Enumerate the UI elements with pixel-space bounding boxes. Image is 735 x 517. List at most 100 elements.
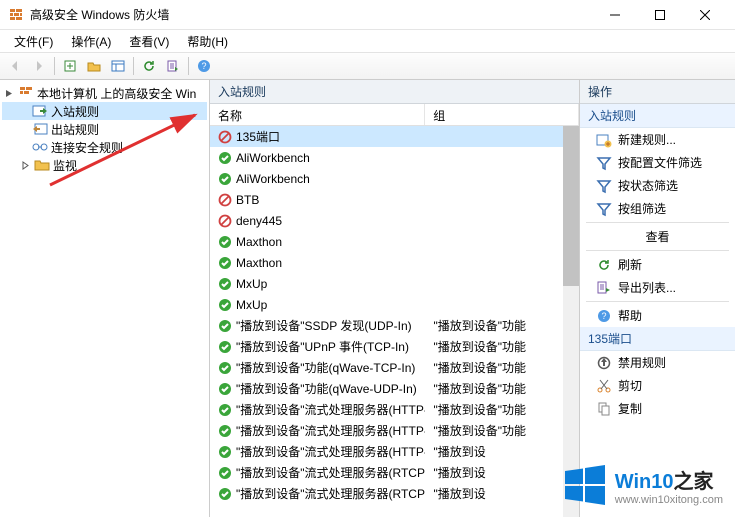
rule-name: "播放到设备"流式处理服务器(HTTP-Stre...: [236, 443, 425, 460]
rule-row[interactable]: "播放到设备"UPnP 事件(TCP-In)"播放到设备"功能: [210, 336, 579, 357]
actions-section-selected: 135端口: [580, 327, 735, 351]
menubar: 文件(F) 操作(A) 查看(V) 帮助(H): [0, 30, 735, 52]
rule-group: "播放到设: [425, 443, 579, 460]
menu-view[interactable]: 查看(V): [121, 31, 177, 52]
scrollbar-track[interactable]: [563, 126, 579, 517]
rule-row[interactable]: "播放到设备"流式处理服务器(RTCP-Stre..."播放到设: [210, 462, 579, 483]
menu-file[interactable]: 文件(F): [6, 31, 61, 52]
rule-row[interactable]: AliWorkbench: [210, 147, 579, 168]
refresh-button[interactable]: [138, 55, 160, 77]
export-button[interactable]: [162, 55, 184, 77]
rule-name: "播放到设备"功能(qWave-UDP-In): [236, 380, 417, 397]
allowed-icon: [218, 151, 232, 165]
rule-row[interactable]: "播放到设备"SSDP 发现(UDP-In)"播放到设备"功能: [210, 315, 579, 336]
rule-group: "播放到设备"功能: [425, 380, 579, 397]
titlebar: 高级安全 Windows 防火墙: [0, 0, 735, 30]
outbound-icon: [32, 121, 48, 137]
action-filter-profile[interactable]: 按配置文件筛选: [580, 151, 735, 174]
help-button[interactable]: ?: [193, 55, 215, 77]
allowed-icon: [218, 319, 232, 333]
rule-group: "播放到设: [425, 485, 579, 502]
action-refresh-label: 刷新: [618, 256, 642, 273]
rule-row[interactable]: AliWorkbench: [210, 168, 579, 189]
maximize-button[interactable]: [637, 1, 682, 29]
tree-outbound-label: 出站规则: [51, 121, 99, 138]
allowed-icon: [218, 466, 232, 480]
action-copy[interactable]: 复制: [580, 397, 735, 420]
rule-name: MxUp: [236, 298, 267, 312]
action-export[interactable]: 导出列表...: [580, 276, 735, 299]
allowed-icon: [218, 487, 232, 501]
action-help[interactable]: ? 帮助: [580, 304, 735, 327]
svg-text:?: ?: [601, 311, 606, 321]
action-new-rule-label: 新建规则...: [618, 131, 676, 148]
rule-row[interactable]: "播放到设备"功能(qWave-UDP-In) "播放到设备"功能: [210, 378, 579, 399]
tree-inbound[interactable]: 入站规则: [2, 102, 207, 120]
details-button[interactable]: [107, 55, 129, 77]
rule-name: "播放到设备"SSDP 发现(UDP-In): [236, 317, 412, 334]
toolbar: ?: [0, 52, 735, 80]
close-button[interactable]: [682, 1, 727, 29]
allowed-icon: [218, 424, 232, 438]
tree-outbound[interactable]: 出站规则: [2, 120, 207, 138]
rule-row[interactable]: Maxthon: [210, 252, 579, 273]
rule-group: "播放到设备"功能: [425, 359, 579, 376]
rule-row[interactable]: "播放到设备"流式处理服务器(HTTP-Stre..."播放到设备"功能: [210, 399, 579, 420]
center-pane: 入站规则 名称 组 135端口AliWorkbenchAliWorkbenchB…: [210, 80, 580, 517]
rule-row[interactable]: deny445: [210, 210, 579, 231]
windows-logo-icon: [563, 463, 607, 507]
rule-name: "播放到设备"流式处理服务器(HTTP-Stre...: [236, 422, 425, 439]
tree-monitor[interactable]: 监视: [2, 156, 207, 174]
back-button[interactable]: [4, 55, 26, 77]
rule-row[interactable]: "播放到设备"流式处理服务器(RTCP-Stre..."播放到设: [210, 483, 579, 504]
new-button[interactable]: [59, 55, 81, 77]
menu-action[interactable]: 操作(A): [63, 31, 119, 52]
tree-root[interactable]: 本地计算机 上的高级安全 Win: [2, 84, 207, 102]
rule-row[interactable]: MxUp: [210, 273, 579, 294]
collapse-icon[interactable]: [4, 88, 15, 99]
tree-connection[interactable]: 连接安全规则: [2, 138, 207, 156]
minimize-button[interactable]: [592, 1, 637, 29]
column-name[interactable]: 名称: [210, 104, 425, 125]
folder-button[interactable]: [83, 55, 105, 77]
expand-icon[interactable]: [20, 160, 31, 171]
rule-row[interactable]: 135端口: [210, 126, 579, 147]
rule-name: "播放到设备"UPnP 事件(TCP-In): [236, 338, 409, 355]
monitor-icon: [34, 157, 50, 173]
menu-help[interactable]: 帮助(H): [179, 31, 236, 52]
rule-row[interactable]: "播放到设备"功能(qWave-TCP-In)"播放到设备"功能: [210, 357, 579, 378]
action-disable-label: 禁用规则: [618, 354, 666, 371]
forward-button[interactable]: [28, 55, 50, 77]
action-view-label: 查看: [645, 228, 669, 245]
rule-row[interactable]: MxUp: [210, 294, 579, 315]
allowed-icon: [218, 172, 232, 186]
scrollbar-thumb[interactable]: [563, 126, 579, 286]
allowed-icon: [218, 403, 232, 417]
action-filter-state[interactable]: 按状态筛选: [580, 174, 735, 197]
rule-group: "播放到设备"功能: [425, 401, 579, 418]
action-cut[interactable]: 剪切: [580, 374, 735, 397]
rule-row[interactable]: "播放到设备"流式处理服务器(HTTP-Stre..."播放到设备"功能: [210, 420, 579, 441]
action-refresh[interactable]: 刷新: [580, 253, 735, 276]
rule-row[interactable]: BTB: [210, 189, 579, 210]
rule-group: "播放到设备"功能: [425, 422, 579, 439]
blocked-icon: [218, 193, 232, 207]
rule-name: deny445: [236, 214, 282, 228]
action-filter-group[interactable]: 按组筛选: [580, 197, 735, 220]
tree-monitor-label: 监视: [53, 157, 77, 174]
filter-icon: [596, 178, 612, 194]
rule-row[interactable]: Maxthon: [210, 231, 579, 252]
new-rule-icon: [596, 132, 612, 148]
allowed-icon: [218, 277, 232, 291]
allowed-icon: [218, 382, 232, 396]
action-new-rule[interactable]: 新建规则...: [580, 128, 735, 151]
firewall-icon: [18, 85, 34, 101]
actions-header: 操作: [580, 80, 735, 104]
actions-pane: 操作 入站规则 新建规则... 按配置文件筛选 按状态筛选 按组筛选 查看 刷新: [580, 80, 735, 517]
actions-section-inbound: 入站规则: [580, 104, 735, 128]
action-disable[interactable]: 禁用规则: [580, 351, 735, 374]
action-view[interactable]: 查看: [580, 225, 735, 248]
rules-list[interactable]: 135端口AliWorkbenchAliWorkbenchBTBdeny445M…: [210, 126, 579, 517]
rule-row[interactable]: "播放到设备"流式处理服务器(HTTP-Stre..."播放到设: [210, 441, 579, 462]
column-group[interactable]: 组: [425, 104, 579, 125]
